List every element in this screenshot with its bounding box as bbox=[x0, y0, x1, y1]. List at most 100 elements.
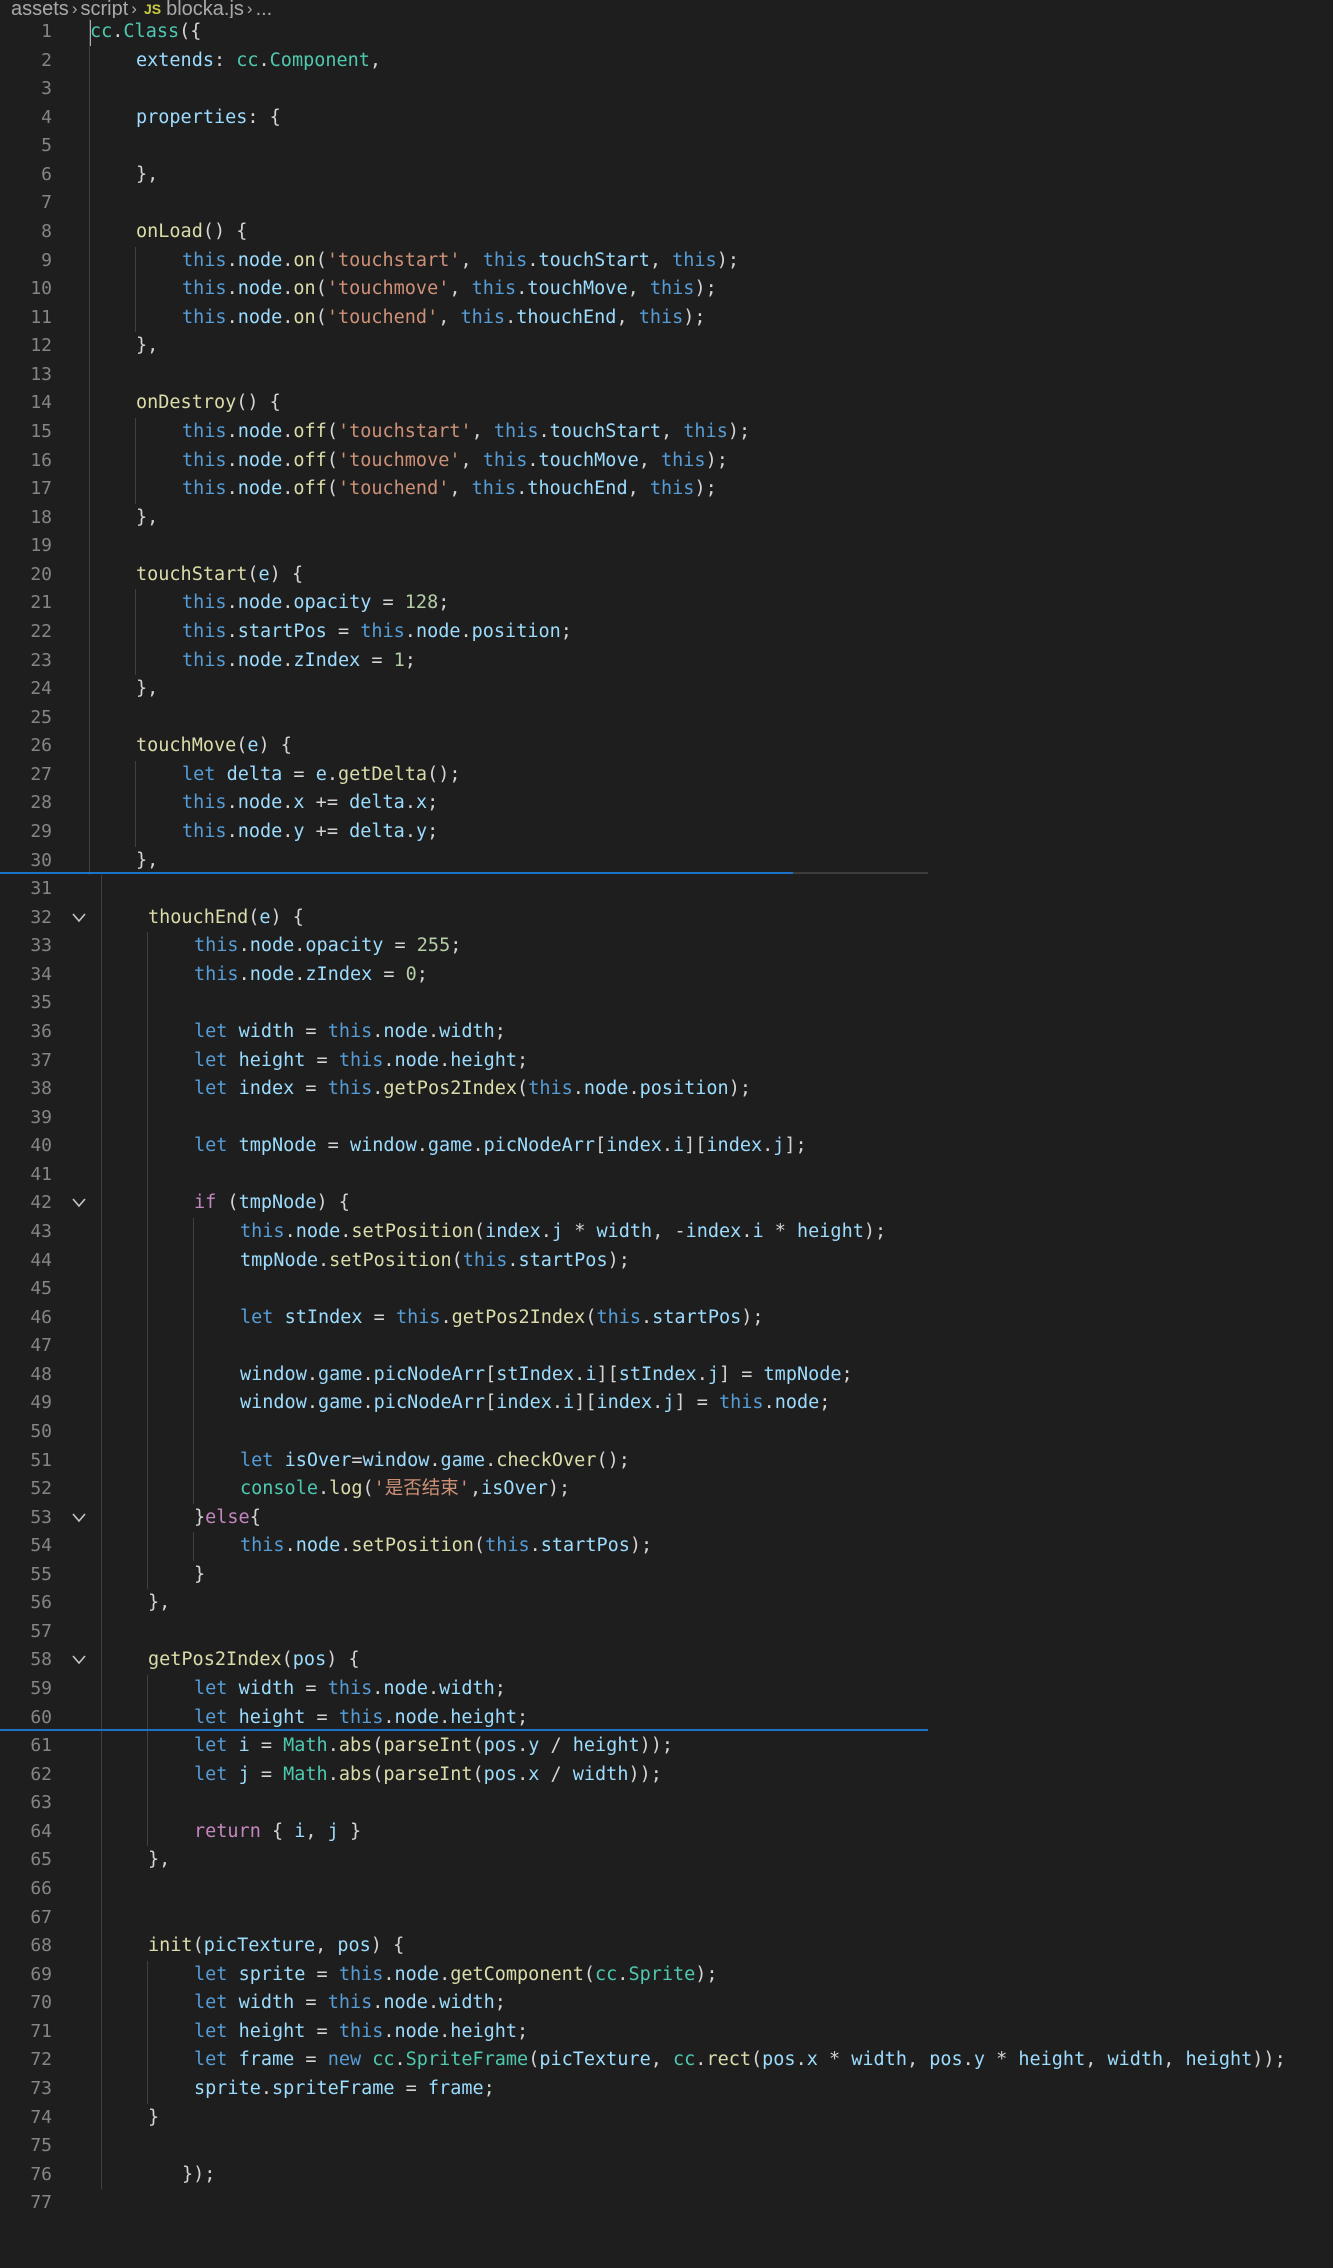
code-line[interactable]: 77 bbox=[0, 2189, 1333, 2218]
line-number: 6 bbox=[41, 163, 52, 185]
code-line[interactable]: 7 bbox=[0, 189, 1333, 218]
line-number: 48 bbox=[30, 1363, 52, 1385]
code-line[interactable]: 6}, bbox=[0, 161, 1333, 190]
code-token: node bbox=[237, 478, 283, 500]
code-line[interactable]: 47 bbox=[0, 1332, 1333, 1361]
code-line[interactable]: 30}, bbox=[0, 847, 1333, 876]
code-line[interactable]: 12}, bbox=[0, 332, 1333, 361]
code-line[interactable]: 42 if (tmpNode) { bbox=[0, 1189, 1333, 1218]
breadcrumb-item-file[interactable]: blocka.js bbox=[166, 0, 244, 18]
code-line[interactable]: 16 this.node.off('touchmove', this.touchM… bbox=[0, 447, 1333, 476]
code-line[interactable]: 37 let height = this.node.height; bbox=[0, 1047, 1333, 1076]
code-token: = bbox=[305, 1706, 339, 1728]
code-line[interactable]: 56}, bbox=[0, 1589, 1333, 1618]
chevron-down-icon[interactable] bbox=[72, 1197, 86, 1209]
code-line[interactable]: 49 window.game.picNodeArr[index.i][index.… bbox=[0, 1389, 1333, 1418]
breadcrumb-item-assets[interactable]: assets bbox=[11, 0, 69, 18]
code-line[interactable]: 5 bbox=[0, 132, 1333, 161]
code-line[interactable]: 25 bbox=[0, 704, 1333, 733]
code-line[interactable]: 35 bbox=[0, 989, 1333, 1018]
code-line[interactable]: 76}); bbox=[0, 2161, 1333, 2190]
code-line[interactable]: 2 extends: cc.Component, bbox=[0, 47, 1333, 76]
code-line[interactable]: 24}, bbox=[0, 675, 1333, 704]
code-line[interactable]: 9 this.node.on('touchstart', this.touchSt… bbox=[0, 247, 1333, 276]
code-line[interactable]: 21 this.node.opacity = 128; bbox=[0, 589, 1333, 618]
line-number: 12 bbox=[30, 335, 52, 357]
code-line[interactable]: 75 bbox=[0, 2132, 1333, 2161]
line-number: 28 bbox=[30, 792, 52, 814]
code-line[interactable]: 60 let height = this.node.height; bbox=[0, 1704, 1333, 1733]
code-line[interactable]: 62 let j = Math.abs(parseInt(pos.x / widt… bbox=[0, 1761, 1333, 1790]
code-line[interactable]: 19 bbox=[0, 532, 1333, 561]
code-line[interactable]: 50 bbox=[0, 1418, 1333, 1447]
code-line[interactable]: 63 bbox=[0, 1789, 1333, 1818]
code-line[interactable]: 23 this.node.zIndex = 1; bbox=[0, 647, 1333, 676]
code-line[interactable]: 70 let width = this.node.width; bbox=[0, 1989, 1333, 2018]
code-token: this bbox=[182, 649, 227, 671]
code-line[interactable]: 15 this.node.off('touchstart', this.touch… bbox=[0, 418, 1333, 447]
code-line[interactable]: 20 touchStart(e) { bbox=[0, 561, 1333, 590]
code-line[interactable]: 38 let index = this.getPos2Index(this.nod… bbox=[0, 1075, 1333, 1104]
breadcrumb-symbol-ellipsis[interactable]: ... bbox=[256, 0, 273, 18]
chevron-down-icon[interactable] bbox=[72, 1512, 86, 1524]
code-line[interactable]: 58 getPos2Index(pos) { bbox=[0, 1646, 1333, 1675]
code-token: ; bbox=[517, 1049, 529, 1071]
code-line[interactable]: 31 bbox=[0, 875, 1333, 904]
code-line[interactable]: 17 this.node.off('touchend', this.thouchE… bbox=[0, 475, 1333, 504]
code-line[interactable]: 3 bbox=[0, 75, 1333, 104]
code-token: node bbox=[394, 1706, 440, 1728]
chevron-down-icon[interactable] bbox=[72, 912, 86, 924]
code-line[interactable]: 71 let height = this.node.height; bbox=[0, 2018, 1333, 2047]
code-line[interactable]: 22 this.startPos = this.node.position; bbox=[0, 618, 1333, 647]
code-line[interactable]: 44 tmpNode.setPosition(this.startPos); bbox=[0, 1247, 1333, 1276]
code-line[interactable]: 61 let i = Math.abs(parseInt(pos.y / heig… bbox=[0, 1732, 1333, 1761]
code-line[interactable]: 73 sprite.spriteFrame = frame; bbox=[0, 2075, 1333, 2104]
code-line[interactable]: 4 properties: { bbox=[0, 104, 1333, 133]
code-line[interactable]: 33 this.node.opacity = 255; bbox=[0, 932, 1333, 961]
code-line[interactable]: 48 window.game.picNodeArr[stIndex.i][stIn… bbox=[0, 1361, 1333, 1390]
code-token: = bbox=[294, 1078, 328, 1100]
code-line[interactable]: 68 init(picTexture, pos) { bbox=[0, 1932, 1333, 1961]
code-line[interactable]: 1 cc.Class({ bbox=[0, 18, 1333, 47]
code-line[interactable]: 51 let isOver=window.game.checkOver(); bbox=[0, 1447, 1333, 1476]
code-line[interactable]: 11 this.node.on('touchend', this.thouchEn… bbox=[0, 304, 1333, 333]
code-line[interactable]: 10 this.node.on('touchmove', this.touchMo… bbox=[0, 275, 1333, 304]
code-line[interactable]: 57 bbox=[0, 1618, 1333, 1647]
code-line[interactable]: 13 bbox=[0, 361, 1333, 390]
code-line[interactable]: 27 let delta = e.getDelta(); bbox=[0, 761, 1333, 790]
code-line[interactable]: 41 bbox=[0, 1161, 1333, 1190]
code-line[interactable]: 69 let sprite = this.node.getComponent(cc… bbox=[0, 1961, 1333, 1990]
code-line[interactable]: 65}, bbox=[0, 1846, 1333, 1875]
code-line[interactable]: 18}, bbox=[0, 504, 1333, 533]
code-line[interactable]: 28 this.node.x += delta.x; bbox=[0, 789, 1333, 818]
code-token: , bbox=[449, 278, 472, 300]
code-line[interactable]: 54 this.node.setPosition(this.startPos); bbox=[0, 1532, 1333, 1561]
code-line[interactable]: 72 let frame = new cc.SpriteFrame(picText… bbox=[0, 2046, 1333, 2075]
code-line[interactable]: 53}else{ bbox=[0, 1504, 1333, 1533]
code-line[interactable]: 66 bbox=[0, 1875, 1333, 1904]
code-line[interactable]: 55} bbox=[0, 1561, 1333, 1590]
code-line[interactable]: 46 let stIndex = this.getPos2Index(this.s… bbox=[0, 1304, 1333, 1333]
code-token: [ bbox=[485, 1392, 497, 1414]
code-editor[interactable]: 1 cc.Class({2 extends: cc.Component, 3 4 prop… bbox=[0, 18, 1333, 2268]
code-line[interactable]: 14 onDestroy() { bbox=[0, 389, 1333, 418]
code-line[interactable]: 39 bbox=[0, 1104, 1333, 1133]
code-line[interactable]: 32 thouchEnd(e) { bbox=[0, 904, 1333, 933]
chevron-down-icon[interactable] bbox=[72, 1654, 86, 1666]
code-line[interactable]: 45 bbox=[0, 1275, 1333, 1304]
code-token: node bbox=[415, 620, 461, 642]
code-line[interactable]: 74} bbox=[0, 2104, 1333, 2133]
code-line[interactable]: 26 touchMove(e) { bbox=[0, 732, 1333, 761]
code-line[interactable]: 52 console.log('是否结束',isOver); bbox=[0, 1475, 1333, 1504]
code-line[interactable]: 67 bbox=[0, 1904, 1333, 1933]
code-token: . bbox=[282, 278, 294, 300]
code-line[interactable]: 64 return { i, j } bbox=[0, 1818, 1333, 1847]
code-line[interactable]: 8 onLoad() { bbox=[0, 218, 1333, 247]
code-line[interactable]: 43 this.node.setPosition(index.j * width,… bbox=[0, 1218, 1333, 1247]
code-line[interactable]: 34 this.node.zIndex = 0; bbox=[0, 961, 1333, 990]
code-line[interactable]: 40 let tmpNode = window.game.picNodeArr[i… bbox=[0, 1132, 1333, 1161]
breadcrumb-item-script[interactable]: script bbox=[80, 0, 128, 18]
code-line[interactable]: 36 let width = this.node.width; bbox=[0, 1018, 1333, 1047]
code-line[interactable]: 59 let width = this.node.width; bbox=[0, 1675, 1333, 1704]
code-line[interactable]: 29 this.node.y += delta.y; bbox=[0, 818, 1333, 847]
